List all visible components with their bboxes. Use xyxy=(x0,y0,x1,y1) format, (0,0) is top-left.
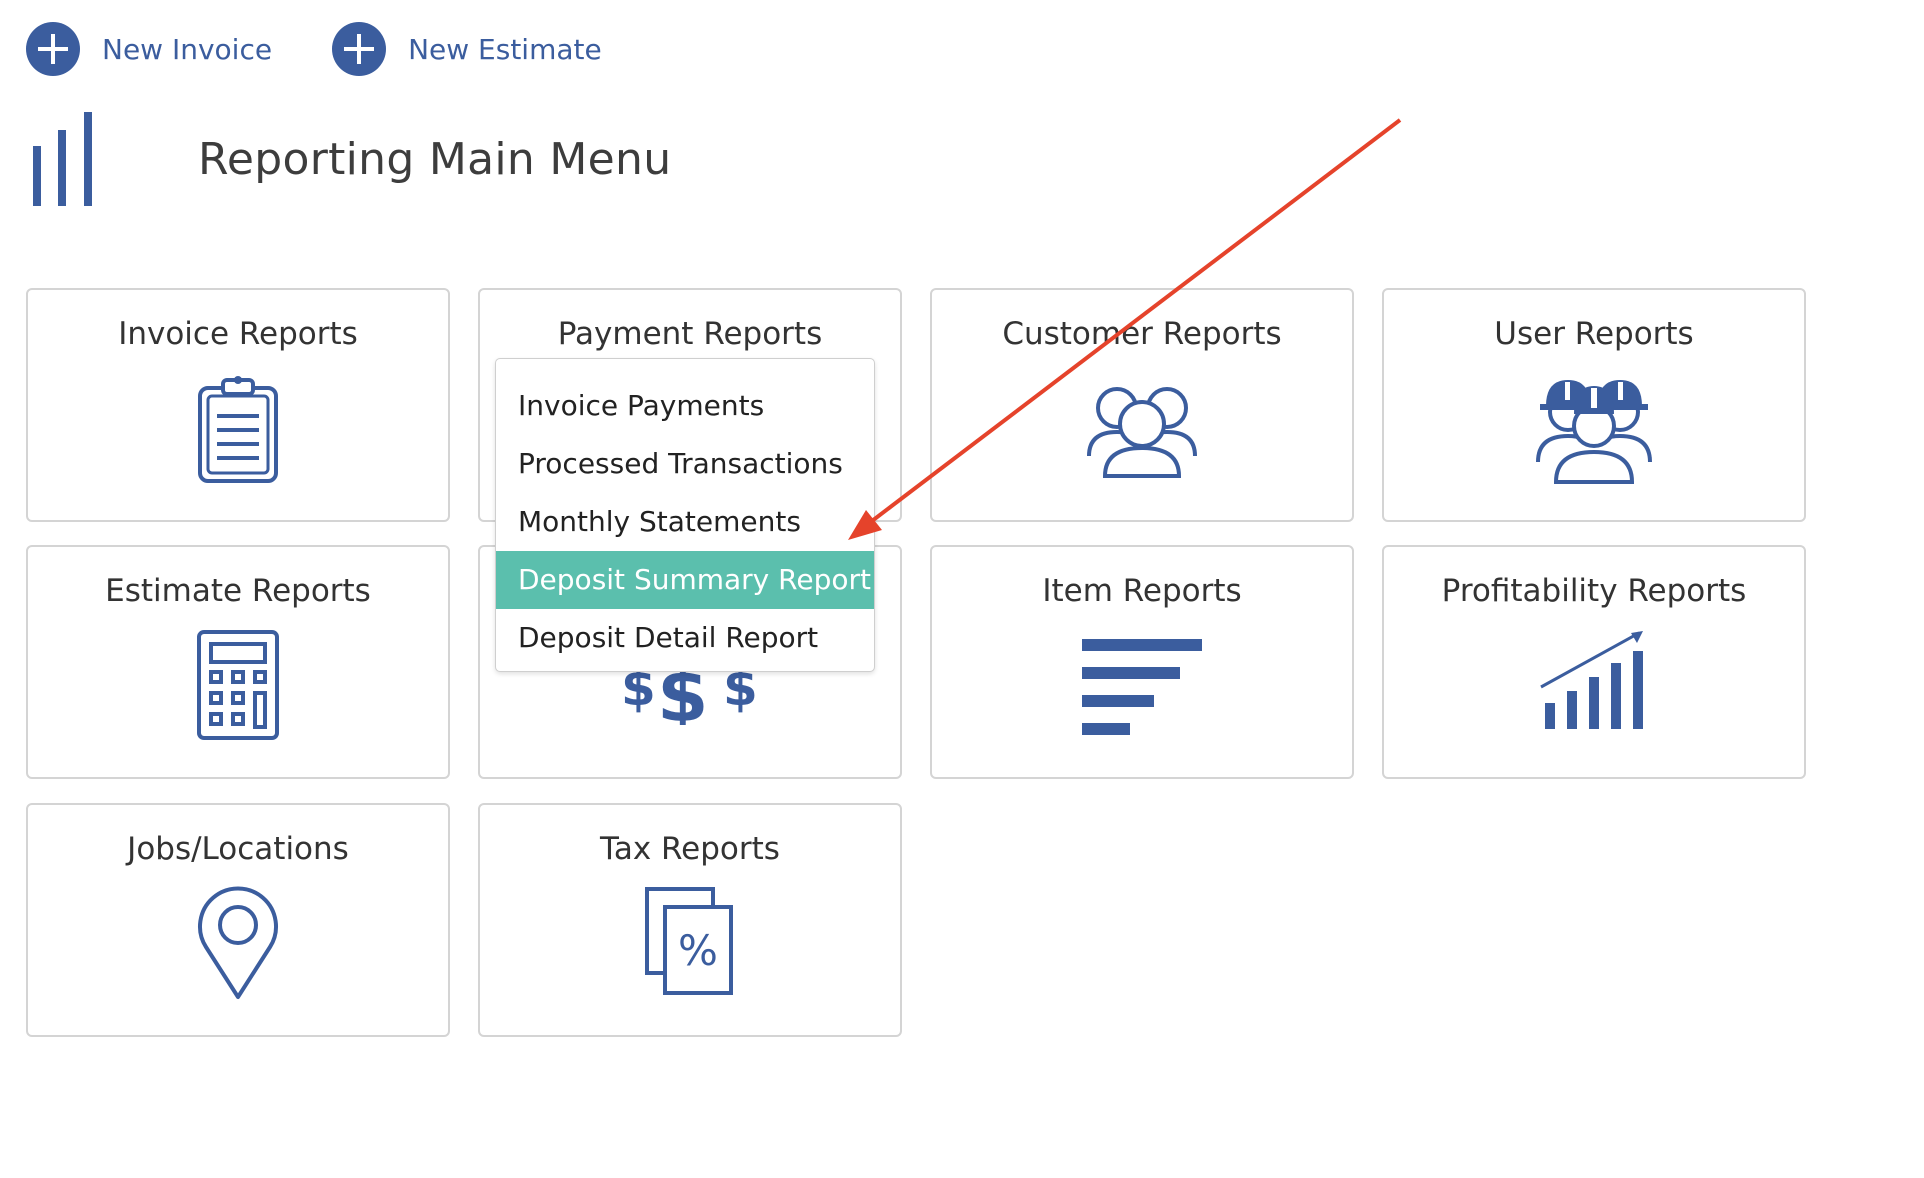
workers-hardhat-icon xyxy=(1536,380,1652,484)
bar-chart-icon xyxy=(33,112,92,206)
card-title: Profitability Reports xyxy=(1441,573,1747,609)
page-header: Reporting Main Menu xyxy=(30,112,671,206)
card-title: Invoice Reports xyxy=(118,316,358,352)
invoice-reports-card[interactable]: Invoice Reports xyxy=(26,288,450,522)
estimate-reports-card[interactable]: Estimate Reports xyxy=(26,545,450,779)
card-title: Tax Reports xyxy=(600,831,780,867)
people-group-icon xyxy=(1087,387,1197,478)
card-title: Jobs/Locations xyxy=(127,831,349,867)
item-reports-card[interactable]: Item Reports xyxy=(930,545,1354,779)
tax-reports-card[interactable]: Tax Reports % xyxy=(478,803,902,1037)
card-title: Estimate Reports xyxy=(105,573,371,609)
jobs-locations-card[interactable]: Jobs/Locations xyxy=(26,803,450,1037)
new-invoice-button[interactable]: New Invoice xyxy=(26,22,272,76)
menu-item-processed-transactions[interactable]: Processed Transactions xyxy=(496,435,874,493)
user-reports-card[interactable]: User Reports xyxy=(1382,288,1806,522)
menu-item-deposit-summary-report[interactable]: Deposit Summary Report xyxy=(496,551,874,609)
card-title: Payment Reports xyxy=(557,316,823,352)
menu-item-monthly-statements[interactable]: Monthly Statements xyxy=(496,493,874,551)
svg-text:%: % xyxy=(678,926,718,975)
menu-item-invoice-payments[interactable]: Invoice Payments xyxy=(496,377,874,435)
calculator-icon xyxy=(197,630,279,740)
page-title: Reporting Main Menu xyxy=(198,133,672,185)
percent-document-icon: % xyxy=(645,887,733,995)
new-invoice-label: New Invoice xyxy=(102,32,273,66)
menu-item-deposit-detail-report[interactable]: Deposit Detail Report xyxy=(496,609,874,667)
profitability-reports-card[interactable]: Profitability Reports xyxy=(1382,545,1806,779)
clipboard-icon xyxy=(198,376,278,483)
card-title: User Reports xyxy=(1494,316,1694,352)
sort-lines-icon xyxy=(1082,639,1202,735)
plus-circle-icon xyxy=(332,22,387,76)
card-title: Customer Reports xyxy=(1002,316,1282,352)
card-title: Item Reports xyxy=(1042,573,1242,609)
payment-reports-dropdown: Invoice Payments Processed Transactions … xyxy=(495,358,875,672)
top-actions: New Invoice New Estimate xyxy=(26,22,662,76)
new-estimate-label: New Estimate xyxy=(408,32,602,66)
customer-reports-card[interactable]: Customer Reports xyxy=(930,288,1354,522)
map-pin-icon xyxy=(198,886,278,999)
growth-chart-icon xyxy=(1540,631,1643,729)
new-estimate-button[interactable]: New Estimate xyxy=(332,22,602,76)
plus-circle-icon xyxy=(26,22,80,76)
